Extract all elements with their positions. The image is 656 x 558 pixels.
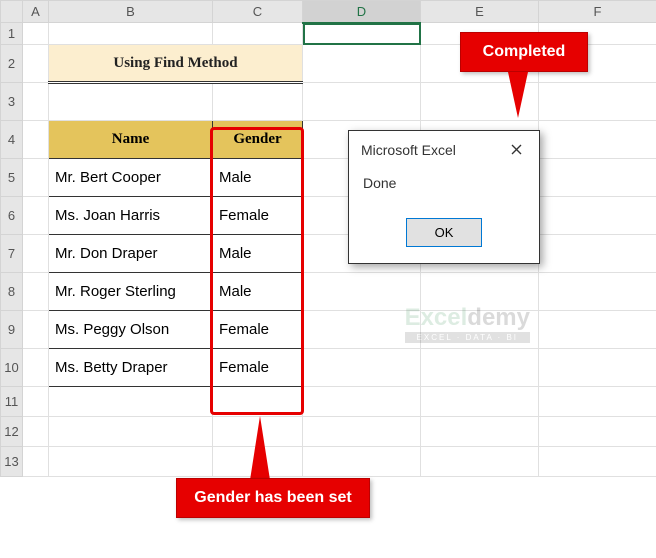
cell-F12[interactable] xyxy=(539,417,656,447)
cell-A2[interactable] xyxy=(23,45,49,83)
cell-A8[interactable] xyxy=(23,273,49,311)
cell-C8[interactable]: Male xyxy=(213,273,303,311)
row-header-7[interactable]: 7 xyxy=(1,235,23,273)
cell-B10[interactable]: Ms. Betty Draper xyxy=(49,349,213,387)
dialog-title: Microsoft Excel xyxy=(361,142,456,158)
cell-C10[interactable]: Female xyxy=(213,349,303,387)
cell-F13[interactable] xyxy=(539,447,656,477)
cell-E11[interactable] xyxy=(421,387,539,417)
row-header-4[interactable]: 4 xyxy=(1,121,23,159)
messagebox-dialog: Microsoft Excel Done OK xyxy=(348,130,540,264)
cell-C3[interactable] xyxy=(213,83,303,121)
cell-F8[interactable] xyxy=(539,273,656,311)
cell-C7[interactable]: Male xyxy=(213,235,303,273)
row-header-6[interactable]: 6 xyxy=(1,197,23,235)
row-header-1[interactable]: 1 xyxy=(1,23,23,45)
cell-C1[interactable] xyxy=(213,23,303,45)
cell-A7[interactable] xyxy=(23,235,49,273)
col-header-A[interactable]: A xyxy=(23,1,49,23)
cell-E9[interactable] xyxy=(421,311,539,349)
cell-D2[interactable] xyxy=(303,45,421,83)
cell-B6[interactable]: Ms. Joan Harris xyxy=(49,197,213,235)
callout-completed: Completed xyxy=(460,32,588,72)
cell-A5[interactable] xyxy=(23,159,49,197)
cell-F7[interactable] xyxy=(539,235,656,273)
cell-F11[interactable] xyxy=(539,387,656,417)
cell-C5[interactable]: Male xyxy=(213,159,303,197)
cell-B3[interactable] xyxy=(49,83,213,121)
col-header-B[interactable]: B xyxy=(49,1,213,23)
title-cell[interactable]: Using Find Method xyxy=(49,45,303,83)
cell-E12[interactable] xyxy=(421,417,539,447)
cell-A11[interactable] xyxy=(23,387,49,417)
cell-C6[interactable]: Female xyxy=(213,197,303,235)
callout-bottom-tail xyxy=(250,416,270,480)
cell-F6[interactable] xyxy=(539,197,656,235)
cell-A12[interactable] xyxy=(23,417,49,447)
cell-B11[interactable] xyxy=(49,387,213,417)
cell-D9[interactable] xyxy=(303,311,421,349)
cell-E13[interactable] xyxy=(421,447,539,477)
row-header-11[interactable]: 11 xyxy=(1,387,23,417)
cell-F9[interactable] xyxy=(539,311,656,349)
cell-E10[interactable] xyxy=(421,349,539,387)
cell-D1[interactable] xyxy=(303,23,421,45)
cell-C11[interactable] xyxy=(213,387,303,417)
cell-D8[interactable] xyxy=(303,273,421,311)
row-header-12[interactable]: 12 xyxy=(1,417,23,447)
cell-B8[interactable]: Mr. Roger Sterling xyxy=(49,273,213,311)
close-button[interactable] xyxy=(501,139,531,161)
cell-D3[interactable] xyxy=(303,83,421,121)
cell-C9[interactable]: Female xyxy=(213,311,303,349)
row-header-2[interactable]: 2 xyxy=(1,45,23,83)
cell-D12[interactable] xyxy=(303,417,421,447)
row-header-3[interactable]: 3 xyxy=(1,83,23,121)
cell-D13[interactable] xyxy=(303,447,421,477)
row-header-8[interactable]: 8 xyxy=(1,273,23,311)
col-header-D[interactable]: D xyxy=(303,1,421,23)
cell-B12[interactable] xyxy=(49,417,213,447)
col-header-C[interactable]: C xyxy=(213,1,303,23)
cell-A4[interactable] xyxy=(23,121,49,159)
close-icon xyxy=(511,144,522,155)
row-header-13[interactable]: 13 xyxy=(1,447,23,477)
row-header-9[interactable]: 9 xyxy=(1,311,23,349)
header-gender[interactable]: Gender xyxy=(213,121,303,159)
dialog-footer: OK xyxy=(349,209,539,255)
cell-E8[interactable] xyxy=(421,273,539,311)
cell-A13[interactable] xyxy=(23,447,49,477)
header-name[interactable]: Name xyxy=(49,121,213,159)
select-all-corner[interactable] xyxy=(1,1,23,23)
ok-button[interactable]: OK xyxy=(406,218,483,247)
row-header-10[interactable]: 10 xyxy=(1,349,23,387)
dialog-titlebar: Microsoft Excel xyxy=(349,131,539,165)
cell-A10[interactable] xyxy=(23,349,49,387)
cell-A3[interactable] xyxy=(23,83,49,121)
cell-D11[interactable] xyxy=(303,387,421,417)
cell-A6[interactable] xyxy=(23,197,49,235)
cell-B7[interactable]: Mr. Don Draper xyxy=(49,235,213,273)
column-headers: A B C D E F xyxy=(1,1,656,23)
row-header-5[interactable]: 5 xyxy=(1,159,23,197)
callout-gender-set: Gender has been set xyxy=(176,478,370,518)
cell-A1[interactable] xyxy=(23,23,49,45)
cell-B5[interactable]: Mr. Bert Cooper xyxy=(49,159,213,197)
cell-F5[interactable] xyxy=(539,159,656,197)
cell-A9[interactable] xyxy=(23,311,49,349)
cell-F10[interactable] xyxy=(539,349,656,387)
cell-D10[interactable] xyxy=(303,349,421,387)
col-header-E[interactable]: E xyxy=(421,1,539,23)
cell-B13[interactable] xyxy=(49,447,213,477)
dialog-message: Done xyxy=(349,165,539,209)
cell-B1[interactable] xyxy=(49,23,213,45)
cell-F3[interactable] xyxy=(539,83,656,121)
col-header-F[interactable]: F xyxy=(539,1,656,23)
cell-B9[interactable]: Ms. Peggy Olson xyxy=(49,311,213,349)
callout-completed-tail xyxy=(508,72,528,118)
cell-F4[interactable] xyxy=(539,121,656,159)
